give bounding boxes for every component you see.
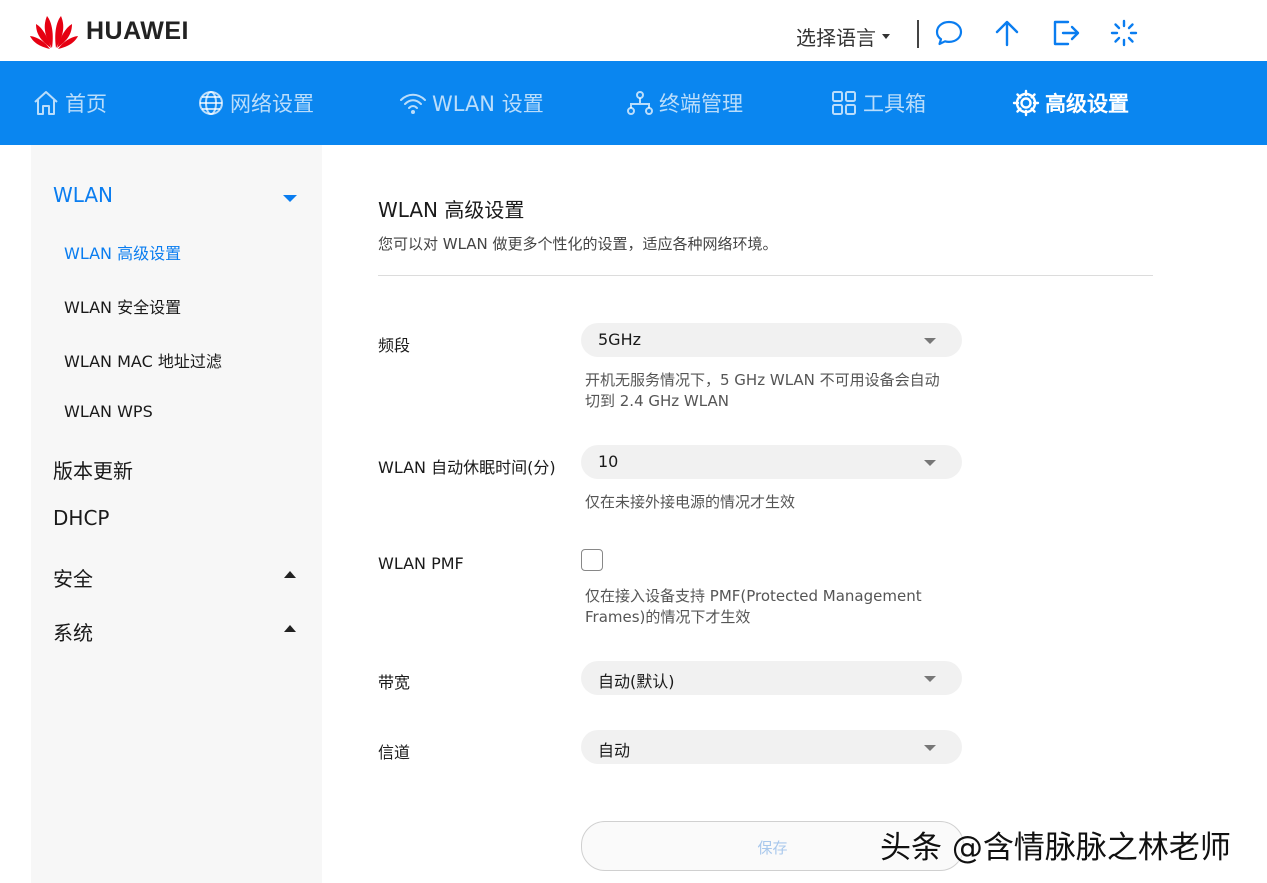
header-divider (917, 20, 919, 48)
language-label: 选择语言 (796, 26, 876, 50)
channel-value: 自动 (598, 741, 631, 760)
bandwidth-value: 自动(默认) (598, 672, 675, 691)
top-bar: HUAWEI 选择语言 (0, 0, 1267, 61)
huawei-flower-icon (30, 16, 78, 49)
band-hint: 开机无服务情况下，5 GHz WLAN 不可用设备会自动 切到 2.4 GHz … (585, 370, 940, 412)
sleep-hint: 仅在未接外接电源的情况才生效 (585, 493, 796, 511)
band-hint-line: 切到 2.4 GHz WLAN (585, 392, 729, 410)
upload-icon[interactable] (992, 18, 1022, 48)
page-title: WLAN 高级设置 (378, 198, 525, 222)
nav-item-wlan[interactable]: WLAN 设置 (399, 61, 544, 145)
nav-item-devices[interactable]: 终端管理 (626, 61, 743, 145)
bandwidth-select[interactable]: 自动(默认) (581, 661, 962, 695)
language-selector[interactable]: 选择语言 (796, 22, 890, 51)
nav-label: 工具箱 (863, 92, 926, 116)
nav-item-advanced[interactable]: 高级设置 (1012, 61, 1129, 145)
divider (378, 275, 1153, 276)
sidebar-item-wlan-security[interactable]: WLAN 安全设置 (64, 294, 181, 318)
sidebar-item-wlan-mac-filter[interactable]: WLAN MAC 地址过滤 (64, 348, 222, 372)
nav-item-home[interactable]: 首页 (32, 61, 107, 145)
gear-icon (1012, 89, 1040, 117)
nav-label: 高级设置 (1045, 92, 1129, 116)
brand-name: HUAWEI (86, 16, 189, 45)
logout-icon[interactable] (1051, 18, 1081, 48)
toolbox-icon (832, 91, 856, 115)
chevron-down-icon (924, 745, 936, 751)
pmf-hint-line: Frames)的情况下才生效 (585, 608, 751, 626)
page-description: 您可以对 WLAN 做更多个性化的设置，适应各种网络环境。 (378, 235, 778, 253)
nav-label: 首页 (65, 92, 107, 116)
sleep-label: WLAN 自动休眠时间(分) (378, 458, 556, 477)
band-hint-line: 开机无服务情况下，5 GHz WLAN 不可用设备会自动 (585, 371, 940, 389)
channel-select[interactable]: 自动 (581, 730, 962, 764)
nav-label: WLAN 设置 (432, 92, 544, 116)
sidebar-group-security[interactable]: 安全 (53, 563, 93, 592)
sidebar-item-wlan-wps[interactable]: WLAN WPS (64, 402, 153, 421)
watermark: 头条 @含情脉脉之林老师 (880, 830, 1231, 866)
globe-icon (199, 91, 223, 115)
caret-down-icon (882, 34, 890, 39)
chat-icon[interactable] (934, 18, 964, 48)
band-value: 5GHz (598, 330, 642, 349)
wifi-icon (400, 93, 426, 114)
sidebar-group-update[interactable]: 版本更新 (53, 455, 133, 484)
sleep-value: 10 (598, 452, 619, 471)
pmf-hint-line: 仅在接入设备支持 PMF(Protected Management (585, 587, 922, 605)
pmf-label: WLAN PMF (378, 554, 464, 573)
nav-label: 终端管理 (659, 92, 743, 116)
sidebar: WLAN WLAN 高级设置 WLAN 安全设置 WLAN MAC 地址过滤 W… (31, 145, 322, 883)
chevron-down-icon (924, 338, 936, 344)
bandwidth-label: 带宽 (378, 673, 411, 692)
main-nav: 首页 网络设置 WLAN 设置 终端管理 工具箱 高级设置 (0, 61, 1267, 145)
nav-label: 网络设置 (230, 92, 314, 116)
sidebar-group-system[interactable]: 系统 (53, 617, 93, 646)
band-select[interactable]: 5GHz (581, 323, 962, 357)
nav-item-toolbox[interactable]: 工具箱 (830, 61, 926, 145)
loading-icon[interactable] (1109, 18, 1139, 48)
sleep-select[interactable]: 10 (581, 445, 962, 479)
chevron-up-icon[interactable] (284, 625, 296, 632)
nav-item-network[interactable]: 网络设置 (197, 61, 314, 145)
pmf-checkbox[interactable] (581, 549, 603, 571)
sidebar-group-dhcp[interactable]: DHCP (53, 506, 109, 530)
chevron-down-icon (924, 460, 936, 466)
channel-label: 信道 (378, 743, 411, 762)
huawei-logo[interactable]: HUAWEI (30, 12, 189, 50)
chevron-down-icon[interactable] (283, 195, 297, 202)
chevron-down-icon (924, 676, 936, 682)
band-label: 频段 (378, 336, 411, 355)
sidebar-item-wlan-advanced[interactable]: WLAN 高级设置 (64, 240, 181, 264)
sidebar-group-wlan[interactable]: WLAN (53, 183, 113, 207)
chevron-up-icon[interactable] (284, 571, 296, 578)
pmf-hint: 仅在接入设备支持 PMF(Protected Management Frames… (585, 586, 922, 628)
devices-icon (627, 91, 653, 115)
home-icon (34, 91, 58, 115)
